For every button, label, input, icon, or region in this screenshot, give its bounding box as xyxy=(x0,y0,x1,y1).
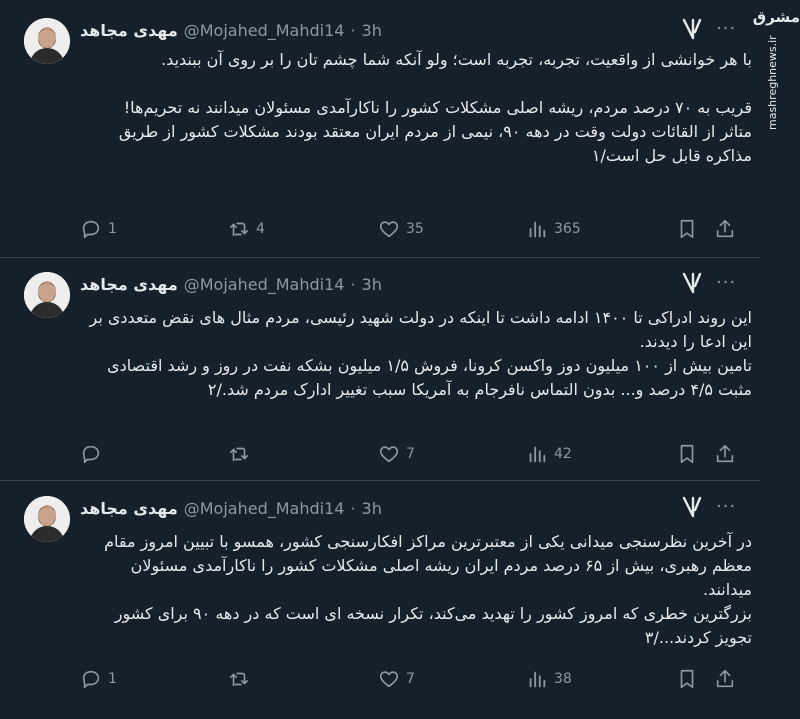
views-button[interactable]: 365 xyxy=(526,218,581,240)
display-name[interactable]: مهدی مجاهد xyxy=(80,499,178,518)
separator-dot: · xyxy=(350,20,356,40)
like-icon xyxy=(379,446,399,463)
verified-x-icon xyxy=(682,272,702,294)
like-icon xyxy=(379,221,399,238)
user-handle[interactable]: @Mojahed_Mahdi14 xyxy=(184,275,345,294)
verified-x-icon xyxy=(682,18,702,40)
display-name[interactable]: مهدی مجاهد xyxy=(80,21,178,40)
tweet[interactable]: مهدی مجاهد @Mojahed_Mahdi14 · 3h ··· در … xyxy=(0,496,760,706)
verified-x-icon xyxy=(682,496,702,518)
tweet-actions: 1 4 35 365 xyxy=(80,218,734,242)
share-button[interactable] xyxy=(714,443,736,465)
bookmark-button[interactable] xyxy=(676,218,698,240)
views-button[interactable]: 42 xyxy=(526,443,572,465)
reply-button[interactable] xyxy=(80,443,108,465)
retweet-button[interactable] xyxy=(228,443,256,465)
share-icon xyxy=(716,219,734,238)
reply-button[interactable]: 1 xyxy=(80,668,117,690)
retweet-button[interactable]: 4 xyxy=(228,218,265,240)
tweet-actions: 1 7 38 xyxy=(80,668,734,692)
tweet-header: مهدی مجاهد @Mojahed_Mahdi14 · 3h xyxy=(80,272,410,296)
retweet-icon xyxy=(229,672,249,687)
bookmark-button[interactable] xyxy=(676,443,698,465)
share-icon xyxy=(716,669,734,688)
avatar-image xyxy=(24,496,70,542)
divider xyxy=(0,480,760,481)
share-button[interactable] xyxy=(714,218,736,240)
reply-icon xyxy=(82,445,100,464)
user-handle[interactable]: @Mojahed_Mahdi14 xyxy=(184,21,345,40)
watermark-url: mashreghnews.ir xyxy=(766,35,779,130)
bookmark-icon xyxy=(680,444,694,464)
views-count: 42 xyxy=(554,446,572,462)
bookmark-icon xyxy=(680,219,694,239)
like-button[interactable]: 35 xyxy=(378,218,424,240)
views-button[interactable]: 38 xyxy=(526,668,572,690)
retweet-button[interactable] xyxy=(228,668,256,690)
share-icon xyxy=(716,444,734,463)
tweet-header: مهدی مجاهد @Mojahed_Mahdi14 · 3h xyxy=(80,496,410,520)
tweet-header: مهدی مجاهد @Mojahed_Mahdi14 · 3h xyxy=(80,18,410,42)
watermark: مشرق mashreghnews.ir xyxy=(752,0,800,130)
views-icon xyxy=(529,671,546,688)
retweet-icon xyxy=(229,447,249,462)
like-button[interactable]: 7 xyxy=(378,668,415,690)
views-count: 38 xyxy=(554,671,572,687)
user-handle[interactable]: @Mojahed_Mahdi14 xyxy=(184,499,345,518)
more-icon[interactable]: ··· xyxy=(716,18,736,39)
views-icon xyxy=(529,221,546,238)
timestamp[interactable]: 3h xyxy=(362,499,382,518)
reply-count: 1 xyxy=(108,671,117,687)
like-count: 7 xyxy=(406,671,415,687)
reply-button[interactable]: 1 xyxy=(80,218,117,240)
separator-dot: · xyxy=(350,498,356,518)
avatar[interactable] xyxy=(24,18,70,64)
separator-dot: · xyxy=(350,274,356,294)
reply-icon xyxy=(82,220,100,239)
timestamp[interactable]: 3h xyxy=(362,275,382,294)
avatar[interactable] xyxy=(24,272,70,318)
avatar[interactable] xyxy=(24,496,70,542)
avatar-image xyxy=(24,272,70,318)
reply-icon xyxy=(82,670,100,689)
bookmark-icon xyxy=(680,669,694,689)
watermark-logo: مشرق xyxy=(752,8,800,26)
retweet-icon xyxy=(229,222,249,237)
tweet[interactable]: مهدی مجاهد @Mojahed_Mahdi14 · 3h ··· با … xyxy=(0,18,760,258)
reply-count: 1 xyxy=(108,221,117,237)
more-icon[interactable]: ··· xyxy=(716,496,736,517)
like-count: 35 xyxy=(406,221,424,237)
views-icon xyxy=(529,446,546,463)
retweet-count: 4 xyxy=(256,221,265,237)
divider xyxy=(0,257,760,258)
share-button[interactable] xyxy=(714,668,736,690)
timestamp[interactable]: 3h xyxy=(362,21,382,40)
tweet-text: این روند ادراکی تا ۱۴۰۰ ادامه داشت تا ای… xyxy=(89,308,752,399)
bookmark-button[interactable] xyxy=(676,668,698,690)
display-name[interactable]: مهدی مجاهد xyxy=(80,275,178,294)
like-icon xyxy=(379,671,399,688)
avatar-image xyxy=(24,18,70,64)
tweet-text: با هر خوانشی از واقعیت، تجربه، تجربه است… xyxy=(118,50,752,165)
like-button[interactable]: 7 xyxy=(378,443,415,465)
like-count: 7 xyxy=(406,446,415,462)
tweet[interactable]: مهدی مجاهد @Mojahed_Mahdi14 · 3h ··· این… xyxy=(0,272,760,472)
more-icon[interactable]: ··· xyxy=(716,272,736,293)
tweet-actions: 7 42 xyxy=(80,443,734,467)
tweet-text: در آخرین نظرسنجی میدانی یکی از معتبرترین… xyxy=(104,532,752,647)
views-count: 365 xyxy=(554,221,581,237)
